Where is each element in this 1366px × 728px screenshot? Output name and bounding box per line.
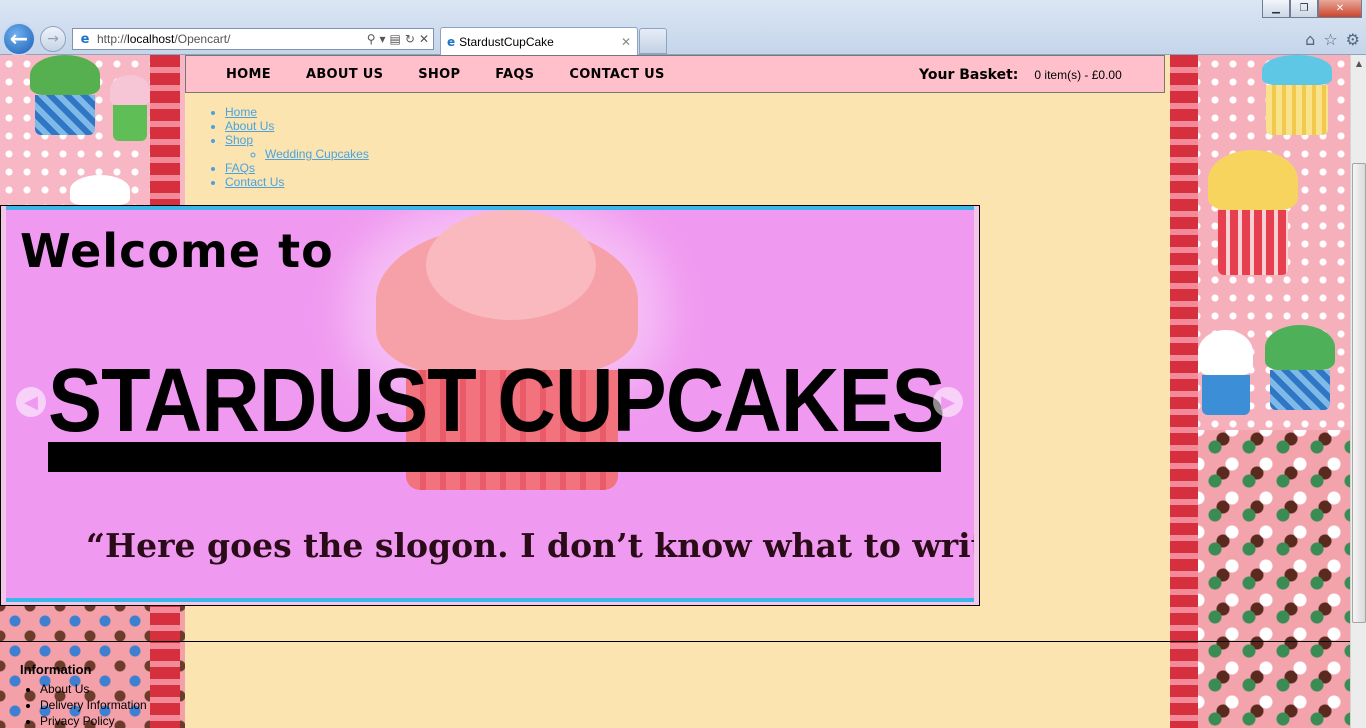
browser-chrome: ▁ ❐ ✕ ← → e http://localhost/Opencart/ ⚲…	[0, 0, 1366, 56]
nav-item-about-us[interactable]: ABOUT US	[306, 67, 383, 82]
star-icon[interactable]: ☆	[1323, 30, 1337, 49]
cupcake-decoration	[1198, 330, 1253, 415]
nav-item-contact-us[interactable]: CONTACT US	[569, 67, 664, 82]
title-bar: ▁ ❐ ✕	[0, 0, 1366, 20]
basket-summary[interactable]: Your Basket: 0 item(s) - £0.00	[919, 67, 1122, 83]
top-navigation: HOME ABOUT US SHOP FAQS CONTACT US Your …	[185, 55, 1165, 93]
forward-icon[interactable]: →	[40, 26, 66, 52]
sitemap-list: Home About Us Shop Wedding Cupcakes FAQs…	[225, 105, 369, 189]
window-controls: ▁ ❐ ✕	[1262, 0, 1362, 18]
tab-title: StardustCupCake	[459, 34, 554, 49]
scroll-up-icon[interactable]: ▲	[1351, 55, 1366, 71]
footer: Information About Us Delivery Informatio…	[0, 641, 1350, 728]
gear-icon[interactable]: ⚙	[1346, 30, 1360, 49]
cupcake-decoration	[30, 55, 100, 135]
stop-icon[interactable]: ✕	[419, 32, 429, 46]
sitemap-link-about-us[interactable]: About Us	[225, 119, 274, 133]
right-ribbon	[1170, 55, 1198, 728]
slider-prev-icon[interactable]: ◀	[16, 387, 46, 417]
address-tools: ⚲ ▾ ▤ ↻ ✕	[367, 32, 433, 46]
sitemap-item: Shop Wedding Cupcakes	[225, 133, 369, 161]
cupcake-decoration	[1262, 55, 1332, 135]
banner-brand-text: STARDUST CUPCAKES	[48, 351, 946, 451]
cupcake-decoration	[110, 75, 150, 141]
home-icon[interactable]: ⌂	[1305, 30, 1315, 49]
banner-slide[interactable]: Welcome to STARDUST CUPCAKES “Here goes …	[6, 206, 974, 602]
new-tab-button[interactable]	[639, 28, 667, 54]
sitemap-link-shop[interactable]: Shop	[225, 133, 253, 147]
sitemap-item: Contact Us	[225, 175, 369, 189]
sitemap-item: About Us	[225, 119, 369, 133]
dropdown-icon[interactable]: ▾	[380, 32, 386, 46]
footer-information: Information About Us Delivery Informatio…	[20, 662, 147, 728]
banner-slogan: “Here goes the slogon. I don’t know what…	[86, 526, 974, 565]
sitemap-sublist: Wedding Cupcakes	[265, 147, 369, 161]
cupcake-decoration	[1208, 150, 1298, 275]
address-url: http://localhost/Opencart/	[97, 32, 231, 46]
sitemap-link-contact-us[interactable]: Contact Us	[225, 175, 284, 189]
minimize-button[interactable]: ▁	[1262, 0, 1290, 18]
footer-link-about-us[interactable]: About Us	[40, 681, 147, 697]
tab-close-icon[interactable]: ✕	[621, 35, 637, 49]
nav-item-faqs[interactable]: FAQS	[495, 67, 534, 82]
sitemap-link-wedding-cupcakes[interactable]: Wedding Cupcakes	[265, 147, 369, 161]
footer-links: About Us Delivery Information Privacy Po…	[40, 681, 147, 728]
nav-item-home[interactable]: HOME	[226, 67, 271, 82]
basket-label: Your Basket:	[919, 67, 1019, 83]
maximize-button[interactable]: ❐	[1290, 0, 1318, 18]
banner-underline-bar	[48, 442, 941, 472]
slider-next-icon[interactable]: ▶	[933, 387, 963, 417]
sitemap-item: Home	[225, 105, 369, 119]
ie-icon: e	[80, 31, 90, 47]
basket-value[interactable]: 0 item(s) - £0.00	[1034, 68, 1121, 82]
banner-welcome-text: Welcome to	[20, 224, 334, 278]
vertical-scrollbar[interactable]: ▲	[1350, 55, 1366, 728]
nav-item-shop[interactable]: SHOP	[418, 67, 460, 82]
sitemap-link-faqs[interactable]: FAQs	[225, 161, 255, 175]
back-icon[interactable]: ←	[2, 22, 36, 56]
footer-link-delivery-information[interactable]: Delivery Information	[40, 697, 147, 713]
cupcake-decoration	[1265, 325, 1335, 410]
refresh-icon[interactable]: ↻	[405, 32, 415, 46]
banner-cupcake-swirl	[426, 210, 596, 320]
search-icon[interactable]: ⚲	[367, 32, 376, 46]
browser-tab[interactable]: e StardustCupCake ✕	[440, 27, 638, 55]
sitemap-link-home[interactable]: Home	[225, 105, 257, 119]
cupcake-decoration	[70, 175, 130, 205]
compat-icon[interactable]: ▤	[390, 32, 401, 46]
browser-right-icons: ⌂ ☆ ⚙	[1305, 30, 1360, 49]
sitemap-item: FAQs	[225, 161, 369, 175]
sitemap-subitem: Wedding Cupcakes	[265, 147, 369, 161]
scroll-thumb[interactable]	[1352, 163, 1366, 623]
footer-link-privacy-policy[interactable]: Privacy Policy	[40, 713, 147, 728]
address-bar[interactable]: e http://localhost/Opencart/ ⚲ ▾ ▤ ↻ ✕	[72, 28, 434, 50]
banner-slider: Welcome to STARDUST CUPCAKES “Here goes …	[0, 205, 980, 606]
footer-heading: Information	[20, 662, 92, 677]
nav-menu: HOME ABOUT US SHOP FAQS CONTACT US	[226, 67, 700, 82]
close-window-button[interactable]: ✕	[1318, 0, 1362, 18]
tab-ie-icon: e	[447, 34, 456, 49]
